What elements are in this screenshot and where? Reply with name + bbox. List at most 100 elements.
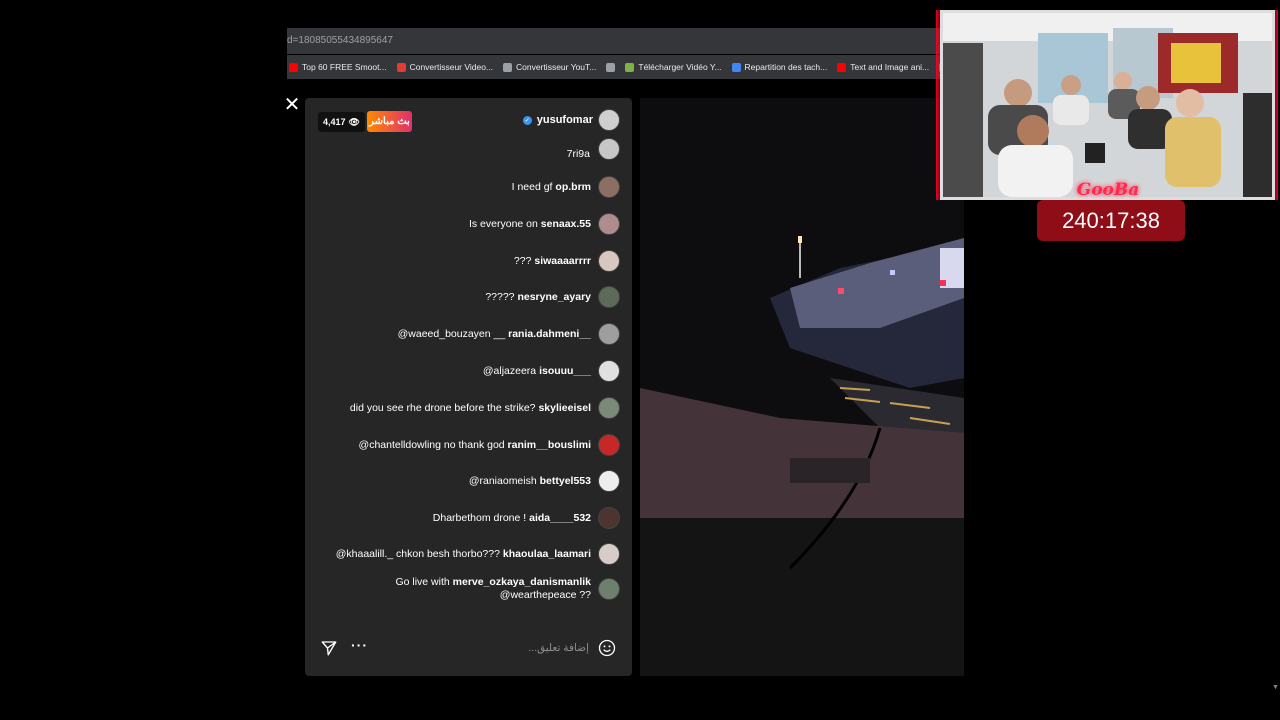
close-icon[interactable]: ✕ [283, 95, 301, 115]
comment-avatar[interactable] [598, 176, 620, 198]
comment-text: ????? nesryne_ayary [485, 291, 591, 304]
comment-username[interactable]: bettyel553 [540, 475, 591, 487]
verified-icon: ✓ [522, 115, 532, 125]
comment-message: Is everyone on [468, 217, 538, 230]
bookmark-item[interactable]: Convertisseur YouT... [503, 62, 596, 72]
bookmark-label: Convertisseur YouT... [516, 62, 597, 72]
comment-text: Is everyone on senaax.55 [469, 218, 591, 231]
comment-line: Go live with merve_ozkaya_danismanlik [395, 576, 591, 589]
comment-username[interactable]: ranim__bouslimi [508, 439, 591, 451]
comment-username[interactable]: nesryne_ayary [517, 291, 591, 303]
comment-avatar[interactable] [598, 507, 620, 529]
comment-row[interactable]: @khaaalill._ chkon besh thorbo??? khaoul… [336, 543, 620, 565]
comment-avatar[interactable] [598, 250, 620, 272]
comment-line: did you see rhe drone before the strike?… [350, 402, 591, 415]
url-text: d=18085055434895647 [287, 35, 393, 46]
comment-message-continued: @wearthepeace ?? [499, 589, 591, 601]
viewer-count-badge: 4,417 👁 [318, 112, 365, 132]
comment-text: Dharbethom drone ! aida____532 [433, 512, 591, 525]
converter-icon [503, 62, 513, 72]
comment-username[interactable]: rania.dahmeni__ [508, 328, 591, 340]
comment-text: Go live with merve_ozkaya_danismanlik @we… [395, 576, 591, 602]
youtube-icon [289, 62, 298, 72]
comment-line: Is everyone on senaax.55 [469, 218, 591, 231]
comment-line: Dharbethom drone ! aida____532 [433, 512, 591, 525]
bookmark-label: Text and Image ani... [850, 62, 930, 72]
comment-text: @waeed_bouzayen __ rania.dahmeni__ [398, 328, 591, 341]
bookmark-label: Top 60 FREE Smoot... [302, 62, 387, 72]
comment-avatar[interactable] [598, 543, 620, 565]
webcam-scene [943, 13, 1272, 197]
comment-row[interactable]: @chantelldowling no thank god ranim__bou… [359, 434, 620, 456]
host-username[interactable]: yusufomar [537, 114, 593, 126]
comment-username[interactable]: khaoulaa_laamari [503, 548, 591, 560]
comment-input[interactable] [455, 640, 589, 656]
comment-message: ????? [485, 290, 515, 303]
comment-username[interactable]: aida____532 [529, 512, 591, 524]
globe-icon [606, 62, 616, 72]
comment-list[interactable]: 7ri9a I need gf op.brm Is everyone on sen… [305, 138, 632, 608]
partial-comment-avatar[interactable] [598, 138, 620, 160]
comment-text: @raniaomeish bettyel553 [469, 475, 591, 488]
more-options-icon[interactable]: ··· [351, 637, 368, 653]
send-icon[interactable] [320, 639, 338, 657]
comment-avatar[interactable] [598, 360, 620, 382]
bookmark-label: Convertisseur Video... [409, 62, 494, 72]
comment-avatar[interactable] [598, 397, 620, 419]
host-info[interactable]: ✓ yusufomar [522, 109, 620, 131]
comment-row[interactable]: ??? siwaaaarrrr [514, 250, 620, 272]
comment-text: ??? siwaaaarrrr [514, 255, 591, 268]
comment-row[interactable]: Go live with merve_ozkaya_danismanlik @we… [395, 576, 620, 602]
comment-avatar[interactable] [598, 434, 620, 456]
comment-row[interactable]: ????? nesryne_ayary [485, 286, 620, 308]
comment-text: @khaaalill._ chkon besh thorbo??? khaoul… [336, 548, 591, 561]
address-bar[interactable]: d=18085055434895647 [287, 28, 940, 54]
bookmark-label: Télécharger Vidéo Y... [638, 62, 722, 72]
bookmark-item[interactable]: Repartition des tach... [731, 62, 828, 72]
comment-text: did you see rhe drone before the strike?… [350, 402, 591, 415]
comment-row[interactable]: Is everyone on senaax.55 [469, 213, 620, 235]
partial-comment-text: 7ri9a [566, 148, 590, 160]
streamer-brand-logo: GooBa [1076, 180, 1140, 200]
comment-row[interactable]: @aljazeera isouuu___ [483, 360, 620, 382]
comment-line: I need gf op.brm [512, 181, 591, 194]
comment-username[interactable]: skylieeisel [538, 402, 591, 414]
comment-row[interactable]: did you see rhe drone before the strike?… [350, 397, 620, 419]
bookmark-item[interactable] [606, 62, 616, 72]
download-icon [625, 62, 635, 72]
live-chat-panel: 4,417 👁 بث مباشر ✓ yusufomar 7ri9a I nee… [305, 98, 632, 676]
comment-row[interactable]: @raniaomeish bettyel553 [469, 470, 620, 492]
bookmark-item[interactable]: Télécharger Vidéo Y... [625, 62, 722, 72]
comment-username[interactable]: siwaaaarrrr [534, 255, 591, 267]
comment-avatar[interactable] [598, 213, 620, 235]
comment-username[interactable]: isouuu___ [539, 365, 591, 377]
comment-message: @raniaomeish [468, 474, 537, 487]
comment-message: did you see rhe drone before the strike? [349, 401, 536, 414]
host-avatar[interactable] [598, 109, 620, 131]
comment-message: @khaaalill._ chkon besh thorbo??? [335, 547, 500, 560]
comment-row[interactable]: @waeed_bouzayen __ rania.dahmeni__ [398, 323, 620, 345]
bookmark-item[interactable]: Convertisseur Video... [396, 62, 494, 72]
comment-line: @aljazeera isouuu___ [483, 365, 591, 378]
comment-row[interactable]: I need gf op.brm [512, 176, 620, 198]
emoji-icon[interactable] [597, 638, 617, 658]
bookmark-item[interactable]: Text and Image ani... [837, 62, 929, 72]
comment-avatar[interactable] [598, 470, 620, 492]
live-video[interactable] [640, 98, 964, 676]
comment-row[interactable]: Dharbethom drone ! aida____532 [433, 507, 620, 529]
streamer-webcam [940, 10, 1275, 200]
bookmark-label: Repartition des tach... [744, 62, 828, 72]
comment-line: @waeed_bouzayen __ rania.dahmeni__ [398, 328, 591, 341]
scroll-down-arrow[interactable]: ▼ [1272, 684, 1279, 691]
comment-avatar[interactable] [598, 578, 620, 600]
comment-message: ??? [513, 254, 532, 267]
comment-username[interactable]: merve_ozkaya_danismanlik [453, 576, 591, 588]
comment-message: @chantelldowling no thank god [358, 438, 505, 451]
comment-composer: ··· [305, 636, 632, 660]
comment-username[interactable]: senaax.55 [541, 218, 591, 230]
comment-username[interactable]: op.brm [555, 181, 591, 193]
comment-avatar[interactable] [598, 286, 620, 308]
live-badge: بث مباشر [367, 111, 412, 132]
comment-avatar[interactable] [598, 323, 620, 345]
bookmark-item[interactable]: Top 60 FREE Smoot... [289, 62, 387, 72]
